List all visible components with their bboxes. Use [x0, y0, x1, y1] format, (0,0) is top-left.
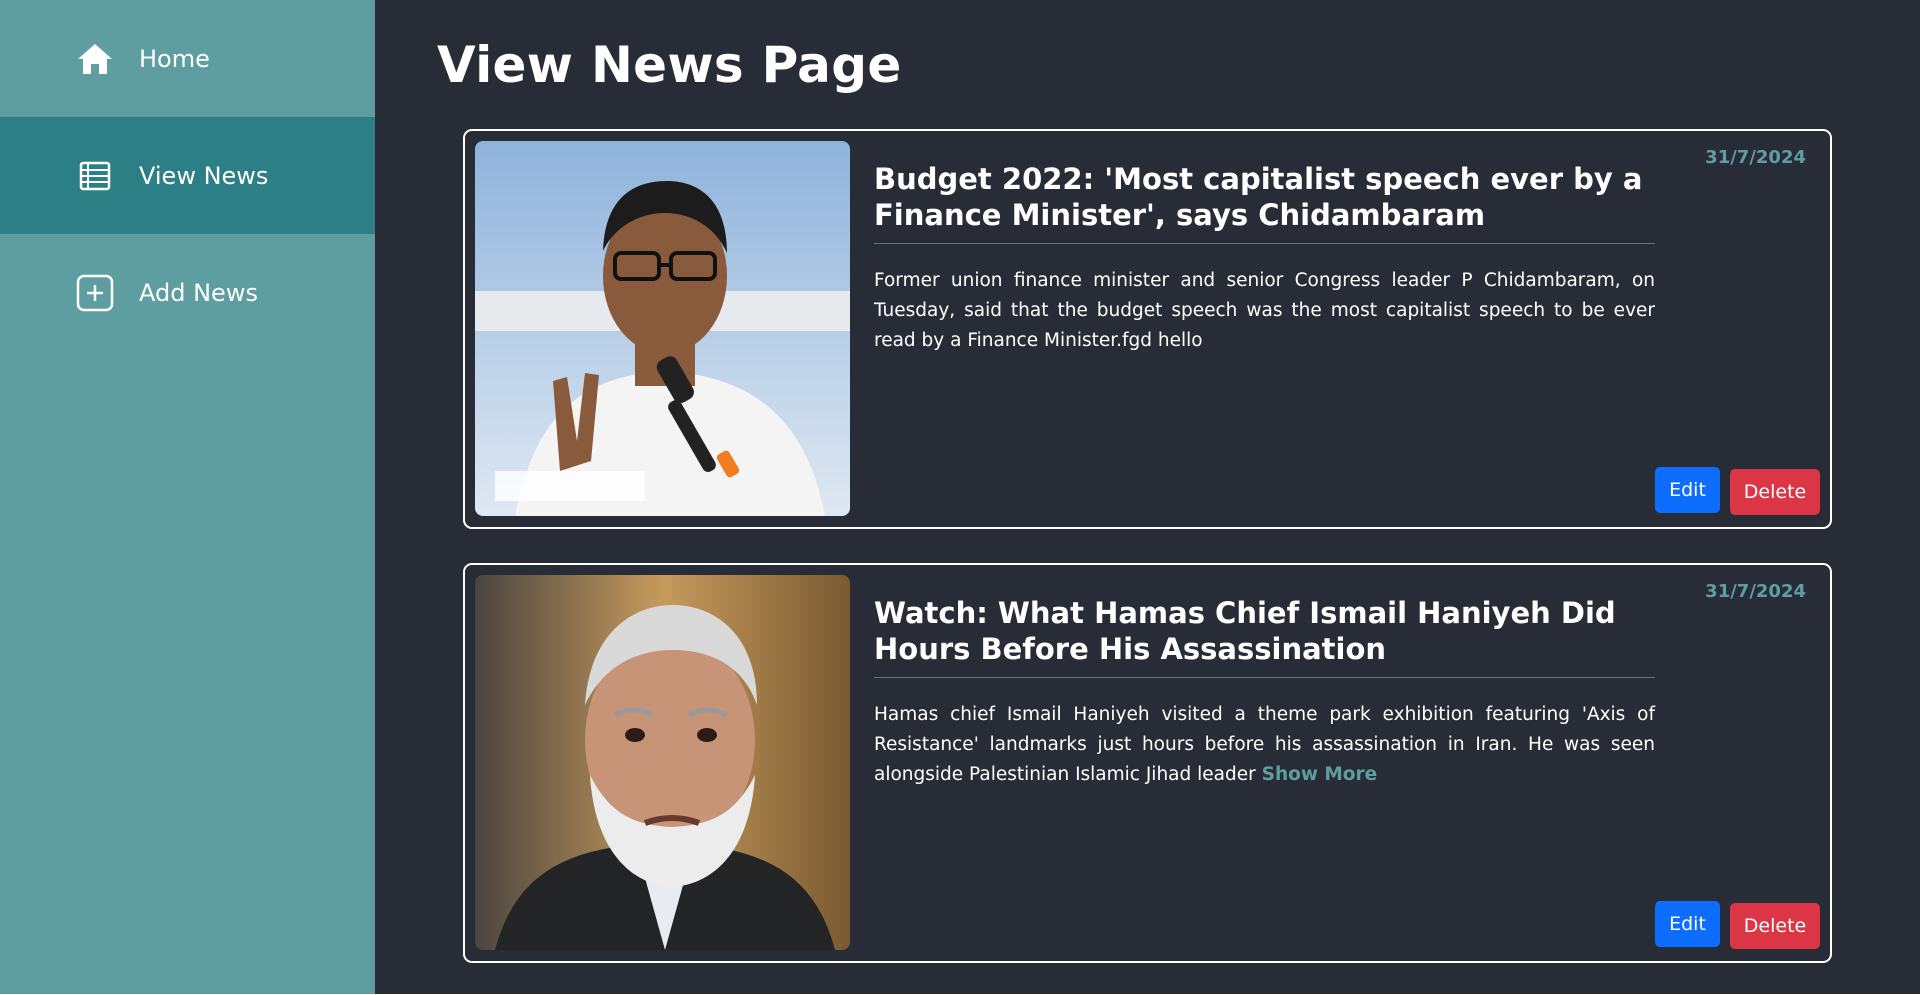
news-title: Watch: What Hamas Chief Ismail Haniyeh D… — [874, 595, 1655, 678]
news-title: Budget 2022: 'Most capitalist speech eve… — [874, 161, 1655, 244]
news-date: 31/7/2024 — [1705, 581, 1806, 602]
plus-square-icon — [75, 273, 115, 313]
sidebar-item-label: Add News — [139, 278, 258, 307]
news-body: Budget 2022: 'Most capitalist speech eve… — [874, 161, 1655, 356]
news-description: Former union finance minister and senior… — [874, 266, 1655, 356]
sidebar-item-label: View News — [139, 161, 269, 190]
news-image — [475, 575, 850, 950]
sidebar-item-home[interactable]: Home — [0, 0, 375, 117]
show-more-link[interactable]: Show More — [1262, 764, 1378, 785]
sidebar-item-view-news[interactable]: View News — [0, 117, 375, 234]
app: Home View News Add News View News Page 3… — [0, 0, 1920, 994]
news-description: Hamas chief Ismail Haniyeh visited a the… — [874, 700, 1655, 790]
sidebar-item-label: Home — [139, 44, 210, 73]
delete-button[interactable]: Delete — [1730, 469, 1820, 515]
main-content: View News Page 31/7/2024 Budget 2022: 'M… — [375, 0, 1920, 994]
news-image — [475, 141, 850, 516]
edit-button[interactable]: Edit — [1655, 901, 1720, 947]
page-title: View News Page — [437, 36, 902, 94]
home-icon — [75, 39, 115, 79]
news-card: 31/7/2024 Watch: What Hamas Chief Ismail… — [463, 563, 1832, 963]
delete-button[interactable]: Delete — [1730, 903, 1820, 949]
list-icon — [75, 156, 115, 196]
news-body: Watch: What Hamas Chief Ismail Haniyeh D… — [874, 595, 1655, 790]
news-card: 31/7/2024 Budget 2022: 'Most capitalist … — [463, 129, 1832, 529]
news-description-text: Former union finance minister and senior… — [874, 270, 1655, 351]
sidebar-item-add-news[interactable]: Add News — [0, 234, 375, 351]
news-date: 31/7/2024 — [1705, 147, 1806, 168]
sidebar: Home View News Add News — [0, 0, 375, 994]
edit-button[interactable]: Edit — [1655, 467, 1720, 513]
